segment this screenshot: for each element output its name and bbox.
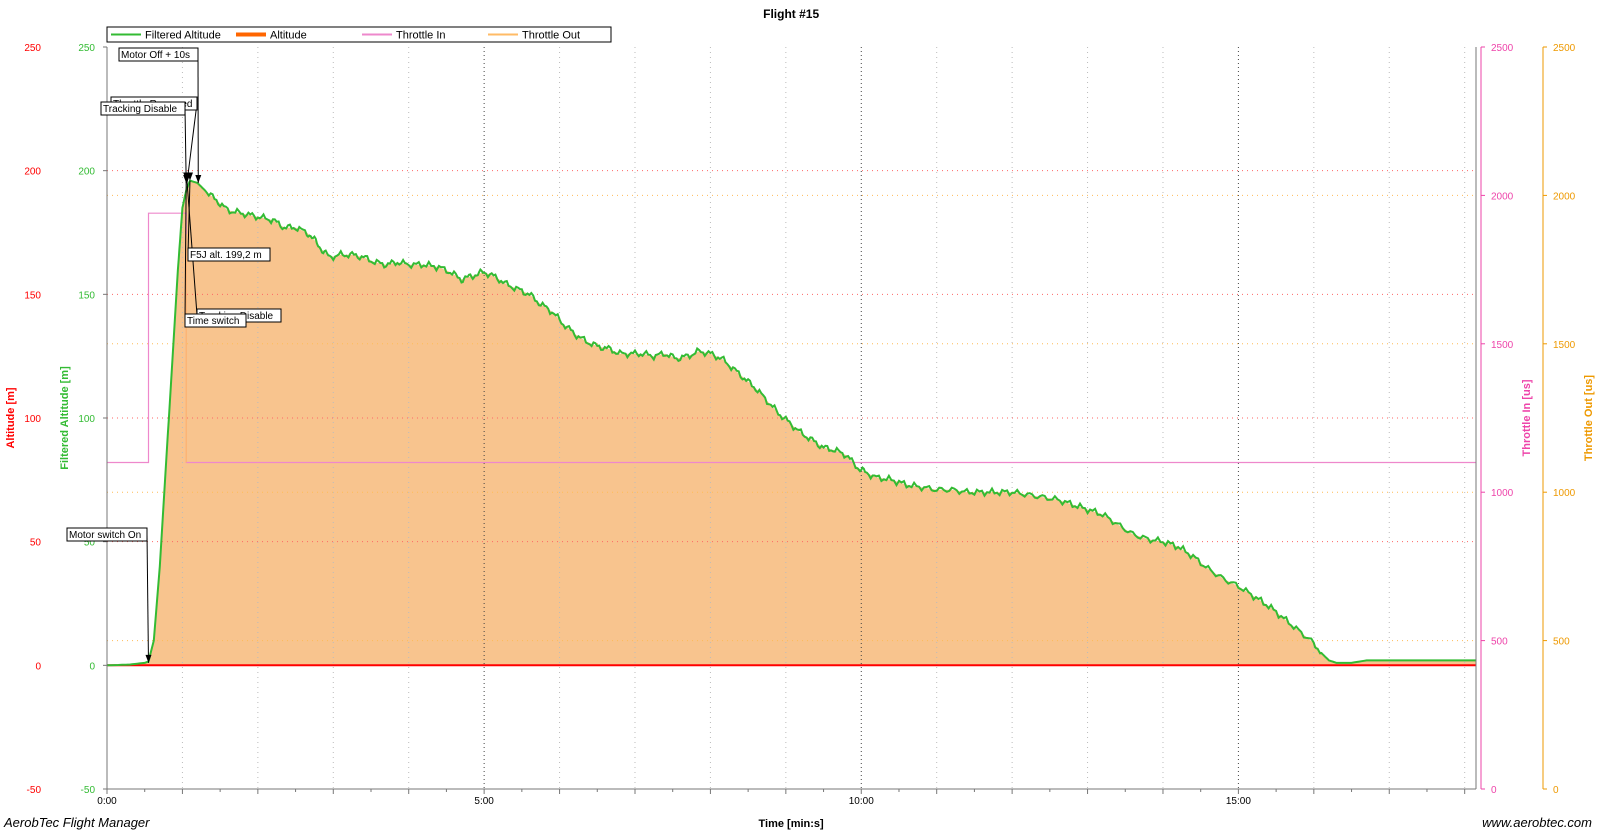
throttle-in-tick-label: 1000 bbox=[1491, 488, 1514, 499]
legend-label: Filtered Altitude bbox=[145, 30, 221, 42]
annotation-label: Time switch bbox=[187, 316, 239, 327]
throttle-in-tick-label: 0 bbox=[1491, 785, 1497, 796]
filtered-altitude-axis-label: Filtered Altitude [m] bbox=[59, 366, 71, 470]
throttle-out-tick-label: 1000 bbox=[1553, 488, 1576, 499]
x-tick-label: 15:00 bbox=[1226, 796, 1251, 807]
altitude-tick-label: 200 bbox=[24, 167, 41, 178]
legend-label: Altitude bbox=[270, 30, 307, 42]
x-axis-label: Time [min:s] bbox=[759, 818, 825, 830]
throttle-in-tick-label: 2000 bbox=[1491, 191, 1514, 202]
throttle-in-tick-label: 500 bbox=[1491, 637, 1508, 648]
throttle-in-axis-label: Throttle In [us] bbox=[1521, 379, 1533, 456]
annotation-label: F5J alt. 199,2 m bbox=[190, 250, 262, 261]
filtered-altitude-tick-label: -50 bbox=[81, 785, 96, 796]
altitude-tick-label: 250 bbox=[24, 43, 41, 54]
chart-title: Flight #15 bbox=[763, 7, 819, 21]
chart-svg: -50-500050501001001501502002002502500500… bbox=[0, 0, 1600, 835]
throttle-in-tick-label: 1500 bbox=[1491, 340, 1514, 351]
filtered-altitude-tick-label: 100 bbox=[78, 414, 95, 425]
annotation-label: Motor switch On bbox=[69, 530, 141, 541]
altitude-tick-label: -50 bbox=[27, 785, 42, 796]
app-brand: AerobTec Flight Manager bbox=[4, 815, 150, 830]
altitude-tick-label: 100 bbox=[24, 414, 41, 425]
altitude-axis-label: Altitude [m] bbox=[5, 387, 17, 448]
legend-label: Throttle Out bbox=[522, 30, 580, 42]
throttle-in-tick-label: 2500 bbox=[1491, 43, 1514, 54]
throttle-out-tick-label: 1500 bbox=[1553, 340, 1576, 351]
altitude-tick-label: 50 bbox=[30, 538, 42, 549]
throttle-out-tick-label: 2500 bbox=[1553, 43, 1576, 54]
filtered-altitude-tick-label: 150 bbox=[78, 290, 95, 301]
altitude-tick-label: 150 bbox=[24, 290, 41, 301]
app-website-link[interactable]: www.aerobtec.com bbox=[1482, 815, 1592, 830]
x-tick-label: 5:00 bbox=[474, 796, 494, 807]
x-tick-label: 0:00 bbox=[97, 796, 117, 807]
altitude-tick-label: 0 bbox=[35, 661, 41, 672]
throttle-out-tick-label: 500 bbox=[1553, 637, 1570, 648]
throttle-out-tick-label: 2000 bbox=[1553, 191, 1576, 202]
legend-label: Throttle In bbox=[396, 30, 446, 42]
filtered-altitude-tick-label: 250 bbox=[78, 43, 95, 54]
annotation-label: Motor Off + 10s bbox=[121, 50, 190, 61]
throttle-out-tick-label: 0 bbox=[1553, 785, 1559, 796]
filtered-altitude-tick-label: 200 bbox=[78, 167, 95, 178]
annotation-label: Tracking Disable bbox=[103, 104, 178, 115]
throttle-out-axis-label: Throttle Out [us] bbox=[1583, 375, 1595, 461]
flight-chart: -50-500050501001001501502002002502500500… bbox=[0, 0, 1600, 835]
filtered-altitude-tick-label: 0 bbox=[89, 661, 95, 672]
x-tick-label: 10:00 bbox=[849, 796, 874, 807]
